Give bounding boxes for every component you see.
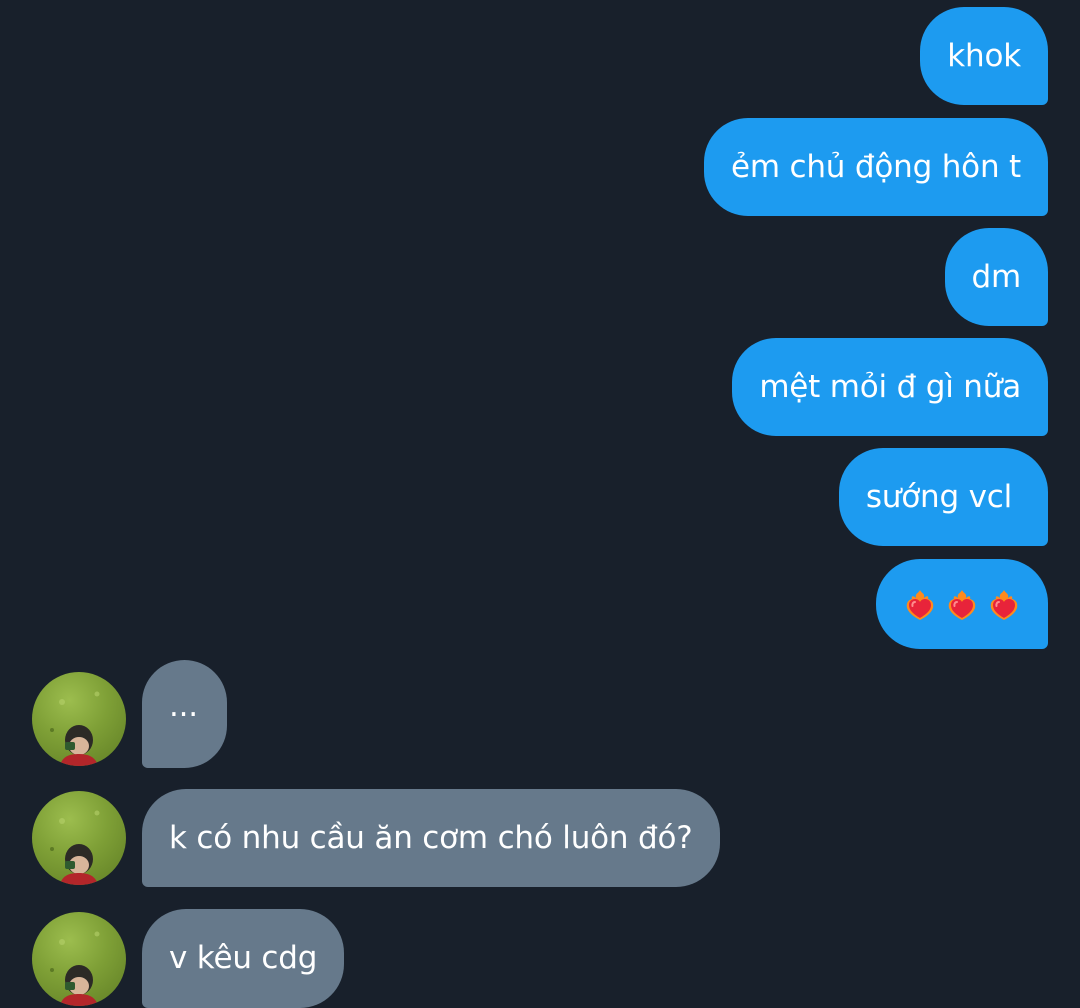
message-row-outgoing: mệt mỏi đ gì nữa <box>732 338 1048 436</box>
message-text: k có nhu cầu ăn cơm chó luôn đó? <box>169 819 693 856</box>
message-row-incoming: v kêu cdg <box>32 909 345 1008</box>
avatar[interactable] <box>32 791 126 885</box>
message-bubble-incoming[interactable]: k có nhu cầu ăn cơm chó luôn đó? <box>142 789 720 887</box>
message-text: v kêu cdg <box>169 940 318 976</box>
message-text: dm <box>971 258 1022 295</box>
message-text: sướng vcl <box>865 478 1012 515</box>
message-bubble-incoming[interactable]: v kêu cdg <box>142 909 345 1008</box>
message-row-incoming: k có nhu cầu ăn cơm chó luôn đó? <box>32 789 720 887</box>
message-row-outgoing: dm <box>944 228 1048 326</box>
message-bubble-outgoing[interactable]: sướng vcl <box>838 448 1048 546</box>
message-row-outgoing: ẻm chủ động hôn t <box>703 118 1048 216</box>
heart-on-fire-icon <box>906 590 934 620</box>
message-bubble-outgoing[interactable]: khok <box>920 7 1048 105</box>
message-row-outgoing <box>876 559 1048 649</box>
message-bubble-incoming[interactable]: ... <box>142 660 227 768</box>
heart-on-fire-icon <box>990 590 1018 620</box>
heart-on-fire-icon <box>948 590 976 620</box>
message-bubble-outgoing-emoji[interactable] <box>876 559 1048 649</box>
avatar[interactable] <box>32 672 126 766</box>
avatar[interactable] <box>32 912 126 1006</box>
message-text: ... <box>169 687 198 724</box>
message-text: ẻm chủ động hôn t <box>730 148 1021 185</box>
chat-thread: khok ẻm chủ động hôn t dm mệt mỏi đ gì n… <box>0 0 1080 1008</box>
message-row-outgoing: sướng vcl <box>838 448 1048 546</box>
avatar-photo-icon <box>50 931 100 1006</box>
message-bubble-outgoing[interactable]: ẻm chủ động hôn t <box>703 118 1048 216</box>
avatar-photo-icon <box>50 691 100 766</box>
message-text: khok <box>947 37 1021 74</box>
message-bubble-outgoing[interactable]: dm <box>944 228 1048 326</box>
message-text: mệt mỏi đ gì nữa <box>759 368 1021 405</box>
message-bubble-outgoing[interactable]: mệt mỏi đ gì nữa <box>732 338 1048 436</box>
avatar-photo-icon <box>50 810 100 885</box>
message-row-incoming: ... <box>32 660 227 768</box>
message-row-outgoing: khok <box>920 7 1048 105</box>
